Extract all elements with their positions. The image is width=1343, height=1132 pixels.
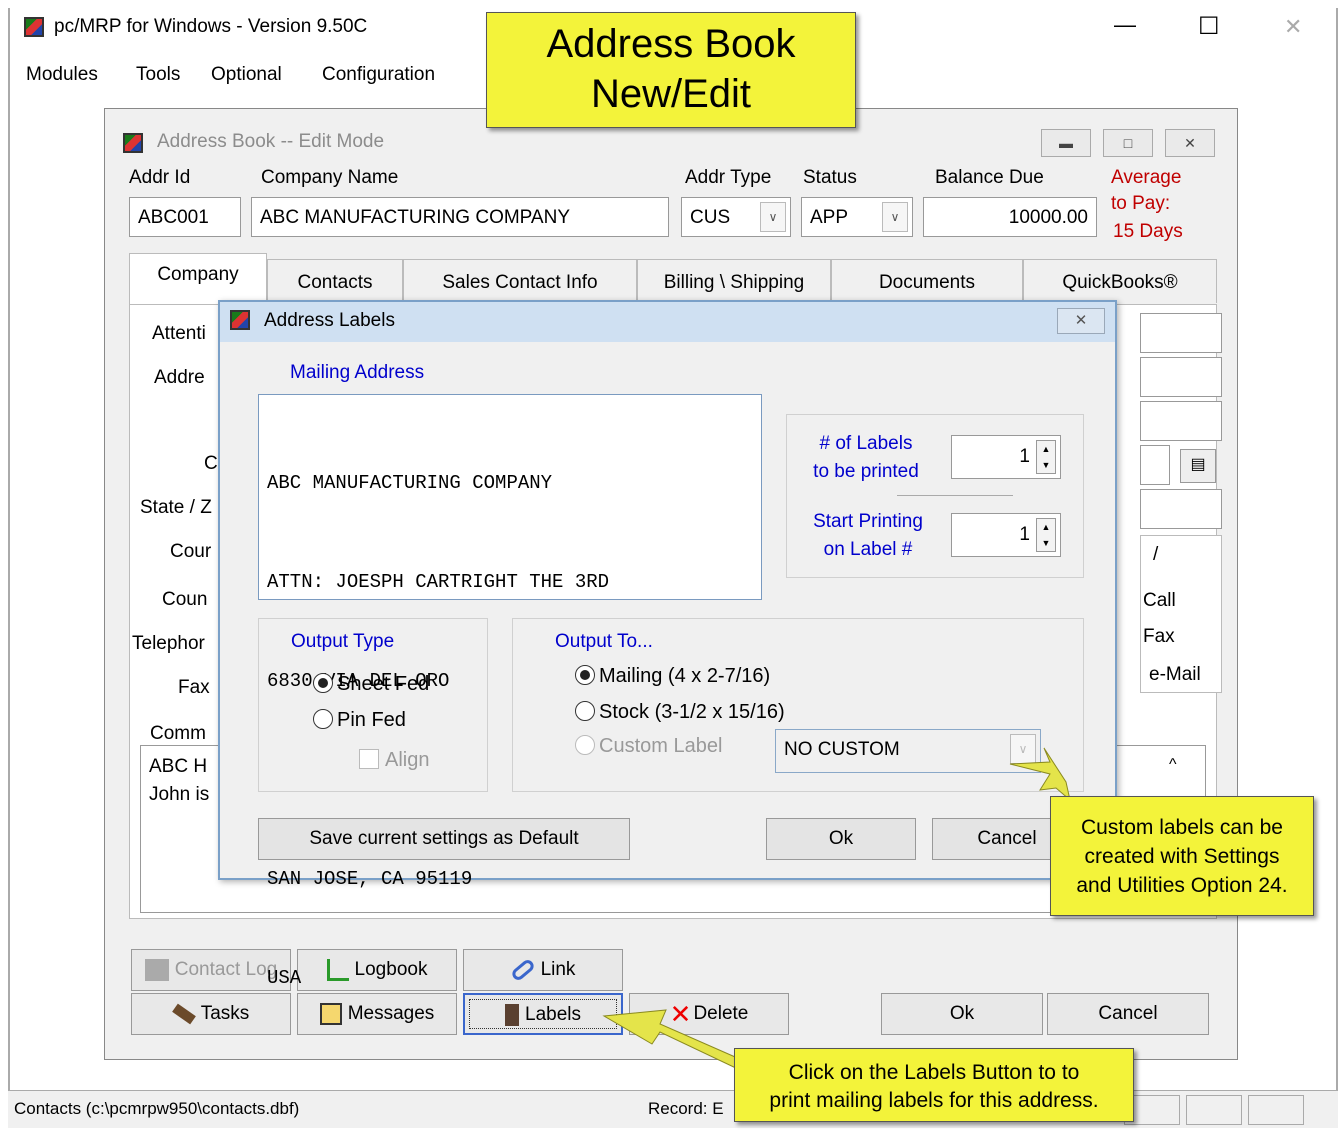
labels-button-callout: Click on the Labels Button to to print m… [734, 1048, 1134, 1122]
title-callout-line-1: Address Book [546, 22, 796, 66]
labels-callout-line-1: Click on the Labels Button to to [788, 1061, 1080, 1084]
custom-callout-line-1: Custom labels can be [1081, 816, 1283, 839]
labels-callout-line-2: print mailing labels for this address. [769, 1089, 1099, 1112]
custom-callout-line-3: and Utilities Option 24. [1076, 874, 1288, 897]
custom-labels-callout: Custom labels can be created with Settin… [1050, 796, 1314, 916]
title-callout-line-2: New/Edit [590, 72, 752, 116]
arrow-to-labels-button [602, 1009, 743, 1071]
callout-arrows [602, 747, 1071, 1071]
arrow-to-custom-select [1009, 747, 1071, 802]
title-callout: Address Book New/Edit [486, 12, 856, 128]
custom-callout-line-2: created with Settings [1084, 845, 1280, 868]
